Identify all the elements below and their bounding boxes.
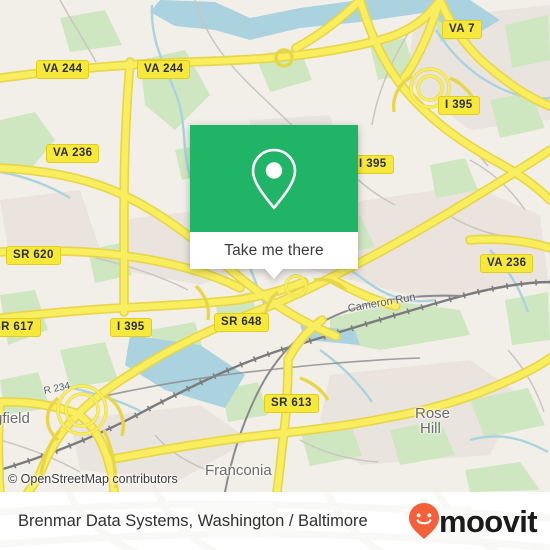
road-shield: SR 648	[214, 313, 269, 332]
road-shield: SR 620	[6, 246, 61, 265]
location-title: Brenmar Data Systems, Washington / Balti…	[18, 511, 368, 530]
road-shield: SR 613	[264, 394, 319, 413]
place-label-franconia: Franconia	[205, 462, 272, 479]
road-shield: VA 244	[36, 60, 90, 79]
bottom-bar: Brenmar Data Systems, Washington / Balti…	[0, 492, 550, 550]
road-shield: VA 236	[480, 254, 534, 273]
moovit-wordmark: moovit	[438, 503, 538, 539]
callout-pointer	[265, 269, 283, 279]
take-me-there-callout[interactable]: Take me there	[190, 125, 358, 279]
road-shield: SR 617	[0, 318, 41, 337]
road-shield: VA 7	[442, 20, 482, 39]
road-shield: I 395	[110, 318, 152, 337]
road-shield: VA 236	[46, 144, 100, 163]
location-pin-icon	[251, 148, 297, 209]
moovit-map-screenshot: VA 244 VA 244 VA 7 I 395 VA 236 I 395 SR…	[0, 0, 550, 550]
callout-icon-area	[190, 125, 358, 232]
moovit-smiley-pin-icon	[408, 503, 439, 539]
moovit-brand[interactable]: moovit	[408, 502, 538, 540]
take-me-there-label: Take me there	[224, 241, 324, 259]
road-shield: VA 244	[137, 60, 191, 79]
place-label-hill: Hill	[420, 420, 441, 437]
road-shield: I 395	[352, 155, 394, 174]
place-label-springfield: gfield	[0, 410, 30, 427]
map-canvas[interactable]: VA 244 VA 244 VA 7 I 395 VA 236 I 395 SR…	[0, 0, 550, 492]
road-shield: I 395	[438, 96, 480, 115]
osm-attribution: © OpenStreetMap contributors	[8, 472, 178, 486]
callout-cta[interactable]: Take me there	[190, 232, 358, 269]
place-label-rose: Rose	[415, 405, 451, 422]
